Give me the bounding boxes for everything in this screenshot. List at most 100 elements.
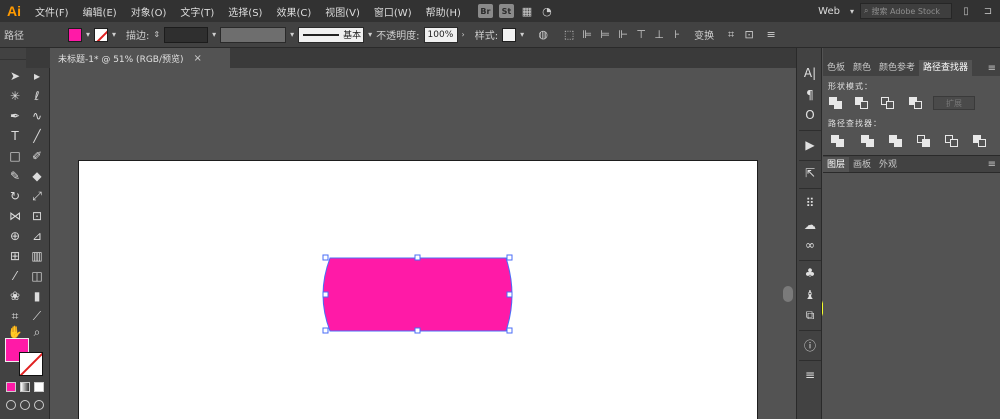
shape-builder-tool-icon[interactable]: ⊕	[5, 228, 25, 244]
align-to-icon[interactable]: ⬚	[562, 28, 576, 42]
gradient-tool-icon[interactable]: ▥	[27, 248, 47, 264]
opacity-label[interactable]: 不透明度:	[376, 27, 419, 42]
expand-button[interactable]: 扩展	[933, 96, 975, 110]
artboard[interactable]	[78, 160, 758, 419]
brush-definition[interactable]: 基本	[298, 26, 365, 43]
symbols-grid-icon[interactable]: ⠿	[801, 194, 819, 212]
minus-back-icon[interactable]	[973, 135, 987, 147]
rotate-tool-icon[interactable]: ↻	[5, 188, 25, 204]
width-tool-icon[interactable]: ⋈	[5, 208, 25, 224]
close-icon[interactable]: ×	[194, 53, 202, 64]
document-tab[interactable]: 未标题-1* @ 51% (RGB/预览) ×	[50, 48, 230, 68]
trim-icon[interactable]	[861, 135, 875, 147]
crop-icon[interactable]	[917, 135, 931, 147]
align-center-icon[interactable]: ⊨	[598, 28, 612, 42]
chevron-down-icon[interactable]: ▾	[112, 30, 116, 39]
tab-swatches[interactable]: 色板	[823, 60, 849, 76]
bridge-icon[interactable]: Br	[477, 4, 493, 18]
menu-effect[interactable]: 效果(C)	[269, 4, 318, 19]
transform-button[interactable]: 变换	[694, 27, 714, 42]
links-icon[interactable]: ∞	[801, 236, 819, 254]
canvas-area[interactable]	[51, 68, 781, 419]
rectangle-tool-icon[interactable]: □	[5, 148, 25, 164]
blend-tool-icon[interactable]: ◫	[27, 268, 47, 284]
recolor-artwork-icon[interactable]: ◍	[536, 28, 550, 42]
slice-tool-icon[interactable]: ⟋	[27, 308, 47, 324]
scale-tool-icon[interactable]: ⤢	[27, 188, 47, 204]
isolate-icon[interactable]: ⌗	[724, 28, 738, 42]
tab-artboards[interactable]: 画板	[849, 157, 875, 173]
chevron-down-icon[interactable]: ▾	[850, 7, 854, 16]
chevron-down-icon[interactable]: ▾	[520, 30, 524, 39]
direct-selection-tool-icon[interactable]: ▸	[27, 68, 47, 84]
panel-menu-icon[interactable]: ≡	[988, 159, 1000, 170]
type-tool-icon[interactable]: T	[5, 128, 25, 144]
variable-width-profile[interactable]	[220, 26, 287, 43]
chevron-right-icon[interactable]: ›	[462, 30, 465, 39]
selection-tool-icon[interactable]: ➤	[5, 68, 25, 84]
chevron-down-icon[interactable]: ▾	[290, 30, 294, 39]
screen-mode-icon[interactable]	[20, 400, 30, 410]
align-top-icon[interactable]: ⊤	[634, 28, 648, 42]
line-segment-tool-icon[interactable]: ╱	[27, 128, 47, 144]
free-transform-tool-icon[interactable]: ⊡	[27, 208, 47, 224]
magic-wand-tool-icon[interactable]: ✳	[5, 88, 25, 104]
export-icon[interactable]: ⇱	[801, 164, 819, 182]
gpu-performance-icon[interactable]: ◔	[540, 4, 554, 18]
draw-mode-icon[interactable]	[6, 400, 16, 410]
tab-color[interactable]: 颜色	[849, 60, 875, 76]
divide-icon[interactable]	[831, 135, 845, 147]
color-mode-icon[interactable]	[6, 382, 16, 392]
symbols-icon[interactable]: ♣	[801, 264, 819, 282]
fill-stroke-control[interactable]	[5, 338, 45, 378]
chevron-down-icon[interactable]: ▾	[368, 30, 372, 39]
stroke-weight-input[interactable]	[164, 26, 209, 43]
vertical-scrollbar[interactable]	[782, 68, 794, 419]
unite-icon[interactable]	[829, 97, 843, 109]
scroll-thumb[interactable]	[783, 286, 793, 302]
align-right-icon[interactable]: ⊩	[616, 28, 630, 42]
stroke-color-box[interactable]	[19, 352, 43, 376]
layout-toggle-icon[interactable]: ⊐	[980, 3, 996, 19]
change-screen-mode-icon[interactable]	[34, 400, 44, 410]
asset-export-icon[interactable]: ⧉	[801, 306, 819, 324]
tab-layers[interactable]: 图层	[823, 156, 850, 173]
gradient-mode-icon[interactable]	[20, 382, 30, 392]
lasso-tool-icon[interactable]: ℓ	[27, 88, 47, 104]
menu-window[interactable]: 窗口(W)	[367, 4, 419, 19]
panel-toggle-icon[interactable]: ▯	[958, 3, 974, 19]
menu-icon[interactable]: ≡	[764, 28, 778, 42]
workspace-switcher[interactable]: Web	[814, 6, 844, 17]
merge-icon[interactable]	[889, 135, 903, 147]
stepper-icon[interactable]: ⇕	[153, 30, 160, 39]
menu-help[interactable]: 帮助(H)	[419, 4, 468, 19]
opentype-icon[interactable]: O	[801, 106, 819, 124]
panel-menu-icon[interactable]: ≡	[988, 63, 1000, 74]
info-icon[interactable]: ⓘ	[801, 336, 819, 354]
character-icon[interactable]: A|	[801, 64, 819, 82]
creative-cloud-libraries-icon[interactable]: ☁	[801, 216, 819, 234]
stroke-swatch[interactable]	[94, 27, 109, 42]
tab-appearance[interactable]: 外观	[875, 157, 901, 173]
symbol-sprayer-tool-icon[interactable]: ❀	[5, 288, 25, 304]
paragraph-icon[interactable]: ¶	[801, 86, 819, 104]
opacity-input[interactable]: 100%	[423, 26, 458, 43]
graphic-style-swatch[interactable]	[502, 27, 517, 42]
chevron-down-icon[interactable]: ▾	[212, 30, 216, 39]
shaper-tool-icon[interactable]: ✎	[5, 168, 25, 184]
align-bottom-icon[interactable]: ⊦	[670, 28, 684, 42]
column-graph-tool-icon[interactable]: ▮	[27, 288, 47, 304]
none-mode-icon[interactable]	[34, 382, 44, 392]
menu-type[interactable]: 文字(T)	[173, 4, 221, 19]
menu-object[interactable]: 对象(O)	[124, 4, 174, 19]
menu-view[interactable]: 视图(V)	[318, 4, 367, 19]
intersect-icon[interactable]	[881, 97, 895, 109]
chevron-down-icon[interactable]: ▾	[86, 30, 90, 39]
pen-tool-icon[interactable]: ✒	[5, 108, 25, 124]
menu-file[interactable]: 文件(F)	[28, 4, 76, 19]
mesh-tool-icon[interactable]: ⊞	[5, 248, 25, 264]
artboard-tool-icon[interactable]: ⌗	[5, 308, 25, 324]
stock-search-input[interactable]: ⌕ 搜索 Adobe Stock	[860, 3, 952, 19]
brushes-icon[interactable]: ♝	[801, 286, 819, 304]
menu-select[interactable]: 选择(S)	[221, 4, 269, 19]
